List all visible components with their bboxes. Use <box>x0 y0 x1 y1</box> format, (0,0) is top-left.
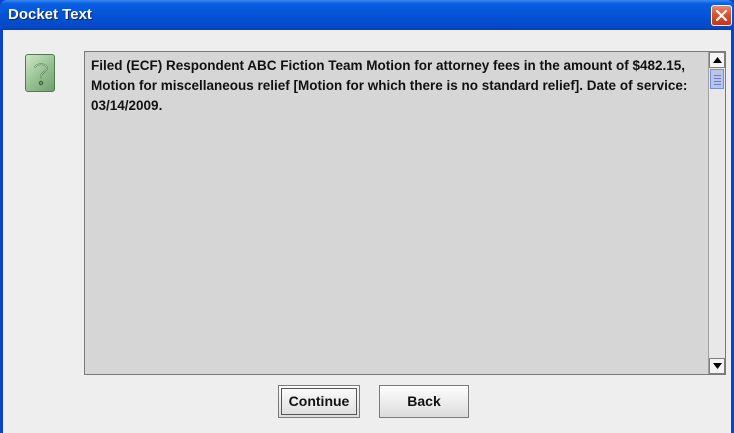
scroll-down-button[interactable] <box>709 358 725 374</box>
window-title: Docket Text <box>8 6 92 23</box>
question-icon <box>25 54 55 92</box>
continue-button-label: Continue <box>288 393 350 409</box>
docket-text-content: Filed (ECF) Respondent ABC Fiction Team … <box>91 58 688 113</box>
vertical-scrollbar[interactable] <box>708 52 725 374</box>
back-button[interactable]: Back <box>379 385 469 418</box>
thumb-grip <box>714 84 721 85</box>
title-bar[interactable]: Docket Text <box>0 0 734 30</box>
scroll-up-button[interactable] <box>709 52 725 68</box>
dialog-body: Filed (ECF) Respondent ABC Fiction Team … <box>3 30 731 433</box>
docket-text-area[interactable]: Filed (ECF) Respondent ABC Fiction Team … <box>84 51 726 375</box>
continue-button[interactable]: Continue <box>278 385 360 418</box>
thumb-grip <box>714 78 721 79</box>
thumb-grip <box>714 75 721 76</box>
thumb-grip <box>714 81 721 82</box>
back-button-label: Back <box>407 393 441 409</box>
scroll-thumb[interactable] <box>710 69 724 89</box>
close-button[interactable] <box>711 5 732 26</box>
docket-text-dialog: Docket Text Filed (ECF) Respondent ABC F… <box>0 0 734 433</box>
